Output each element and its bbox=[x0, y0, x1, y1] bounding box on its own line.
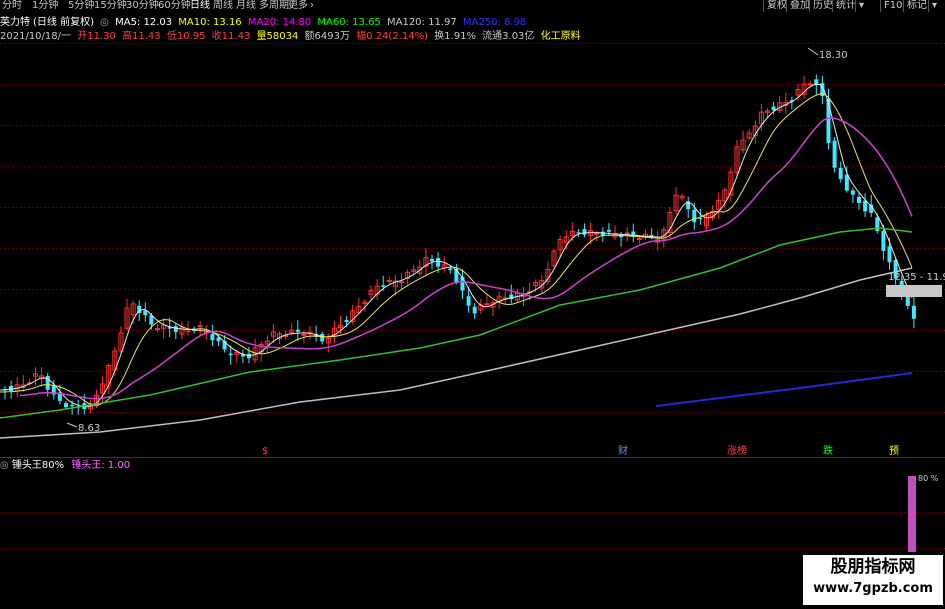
candle-up bbox=[484, 303, 490, 306]
candle-down bbox=[173, 326, 178, 333]
candle-down bbox=[838, 167, 843, 180]
candle-down bbox=[771, 106, 776, 111]
indicator-name[interactable]: 锤头王80% bbox=[12, 460, 64, 471]
candle-down bbox=[45, 375, 50, 390]
high-price-label: 18.30 bbox=[819, 50, 848, 61]
ma20-line bbox=[19, 117, 913, 400]
candle-down bbox=[64, 403, 68, 408]
candle-down bbox=[430, 258, 434, 262]
high-pointer bbox=[807, 47, 819, 56]
candle-down bbox=[911, 305, 916, 319]
ma250-line bbox=[655, 372, 913, 407]
candle-down bbox=[881, 230, 886, 251]
marker-dollar[interactable]: $ bbox=[262, 446, 268, 457]
candle-down bbox=[295, 329, 300, 332]
candle-up bbox=[197, 325, 203, 328]
marker-finance[interactable]: 财 bbox=[618, 444, 628, 457]
sub-indicator-header: ◎ 锤头王80% 锤头王: 1.00 bbox=[0, 459, 130, 472]
candle-down bbox=[381, 285, 386, 287]
candle-up bbox=[155, 328, 160, 331]
candle-down bbox=[466, 296, 471, 306]
candle-down bbox=[887, 246, 892, 263]
low-price-label: 8.63 bbox=[78, 423, 100, 434]
candle-down bbox=[857, 196, 861, 203]
candle-up bbox=[624, 232, 630, 235]
candle-down bbox=[832, 140, 837, 168]
ma10-line bbox=[0, 93, 913, 406]
candle-down bbox=[228, 353, 233, 356]
candle-down bbox=[320, 334, 325, 342]
candle-down bbox=[344, 319, 349, 323]
marker-forecast[interactable]: 预 bbox=[889, 445, 899, 457]
marker-top-gainer[interactable]: 涨榜 bbox=[727, 444, 747, 457]
candle-down bbox=[606, 229, 611, 232]
candlesticks bbox=[3, 74, 916, 415]
candle-down bbox=[448, 268, 453, 271]
watermark-url: www.7gpzb.com bbox=[813, 581, 933, 596]
indicator-value: 锤头王: 1.00 bbox=[71, 460, 131, 471]
candle-up bbox=[399, 281, 404, 284]
kline-chart[interactable]: 18.30 8.63 12.35 - 11.95 $ 财 涨榜 跌 预 80 % bbox=[0, 0, 945, 609]
candle-up bbox=[594, 232, 600, 235]
indicator-bar bbox=[908, 476, 916, 552]
candle-up bbox=[807, 83, 813, 86]
watermark-title: 股朋指标网 bbox=[830, 557, 916, 577]
candle-up bbox=[636, 238, 642, 241]
candle-down bbox=[472, 306, 477, 314]
ma60-line bbox=[0, 227, 913, 419]
candle-down bbox=[247, 353, 251, 359]
price-range-label: 12.35 - 11.95 bbox=[888, 272, 945, 283]
candle-down bbox=[210, 333, 215, 341]
candle-down bbox=[850, 190, 855, 195]
watermark: 股朋指标网 www.7gpzb.com bbox=[803, 555, 943, 605]
candle-down bbox=[436, 258, 441, 267]
candle-down bbox=[582, 229, 587, 235]
indicator-bar-label: 80 % bbox=[918, 474, 939, 483]
price-range-bar bbox=[886, 285, 942, 297]
candle-down bbox=[70, 404, 75, 407]
low-pointer bbox=[66, 422, 78, 428]
ma5-line bbox=[0, 83, 913, 408]
indicator-settings-icon[interactable]: ◎ bbox=[0, 460, 9, 471]
candle-down bbox=[698, 218, 703, 220]
candle-down bbox=[692, 209, 697, 223]
candle-up bbox=[386, 279, 392, 282]
candle-down bbox=[863, 200, 868, 212]
marker-drop[interactable]: 跌 bbox=[823, 444, 833, 457]
